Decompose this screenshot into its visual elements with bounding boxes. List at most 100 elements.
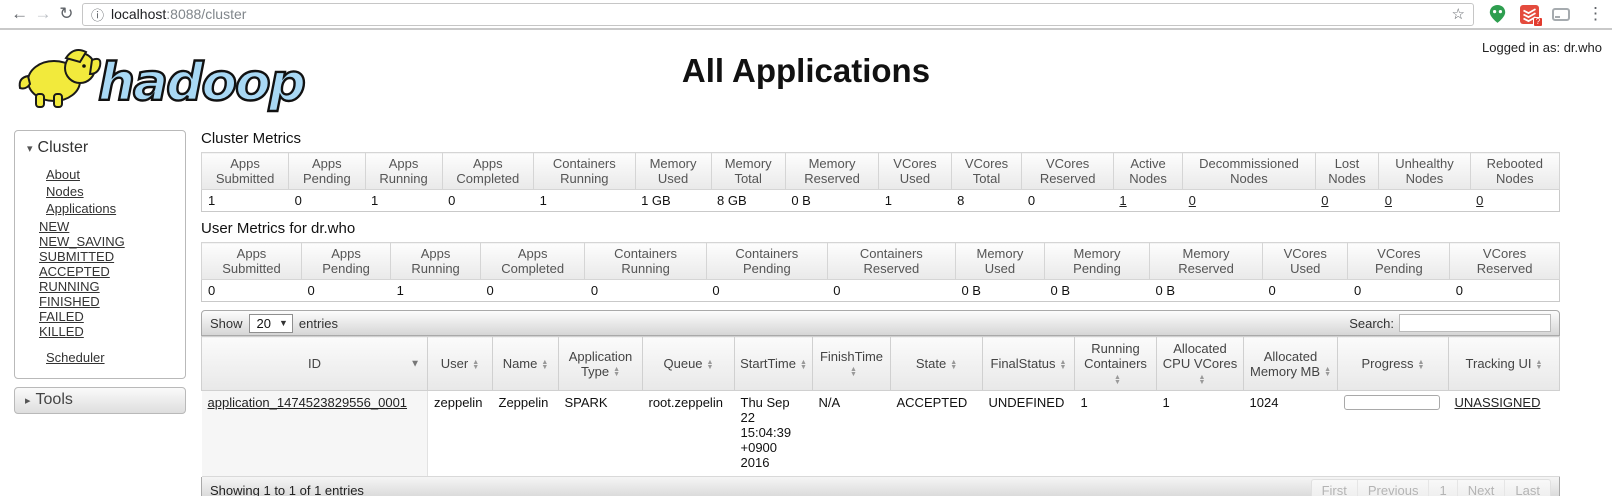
metric-value-cell: 1 [1113,190,1182,212]
chevron-down-icon: ▾ [27,143,33,155]
apps-column-label: Queue [664,356,703,371]
sort-down-glyph: ▼ [1536,365,1543,370]
app-id-link[interactable]: application_1474523829556_0001 [208,395,408,410]
metric-value-link[interactable]: 0 [1385,193,1392,208]
window-extension-icon[interactable] [1552,8,1570,21]
metric-column-header: VCores Pending [1348,243,1450,280]
pagination-previous[interactable]: Previous [1357,480,1429,496]
sidebar-list-item: NEW [39,219,185,234]
page-size-select[interactable]: 20 ▼ [249,314,293,333]
metric-value-cell: 0 [202,280,302,302]
metric-value-cell: 0 [1263,280,1348,302]
sidebar-item-state-submitted[interactable]: SUBMITTED [39,249,114,264]
select-caret-icon: ▼ [279,318,288,328]
pagination-next[interactable]: Next [1457,480,1505,496]
metric-column-header: Apps Pending [289,153,365,190]
page-size-value: 20 [257,316,271,331]
show-label: Show [210,316,243,331]
cell-tracking-ui: UNASSIGNED [1449,391,1560,477]
apps-column-header-allocated-memory-mb[interactable]: Allocated Memory MB ▲▼ [1244,337,1338,391]
apps-column-header-application-type[interactable]: Application Type▲▼ [559,337,643,391]
apps-column-header-starttime[interactable]: StartTime ▲▼ [735,337,813,391]
apps-column-label: Application Type [569,349,633,379]
metric-value-cell: 0 [585,280,707,302]
metric-value-link[interactable]: 0 [1189,193,1196,208]
browser-menu-icon[interactable]: ⋮ [1587,4,1604,24]
sidebar-item-state-killed[interactable]: KILLED [39,324,84,339]
metric-value-cell: 0 [706,280,827,302]
sidebar-item-scheduler[interactable]: Scheduler [46,350,105,365]
apps-column-label: Tracking UI [1466,356,1532,371]
apps-column-label: StartTime [740,356,796,371]
green-pin-extension-icon[interactable] [1488,4,1507,24]
page-info-icon[interactable]: ⓘ [91,5,104,24]
metric-column-header: Memory Used [635,153,711,190]
apps-column-header-state[interactable]: State▲▼ [891,337,983,391]
metric-value-cell: 0 [827,280,955,302]
metric-value-cell: 0 [481,280,585,302]
search-input[interactable] [1399,314,1551,332]
sidebar-section-cluster[interactable]: ▾Cluster [15,136,185,162]
apps-column-header-tracking-ui[interactable]: Tracking UI▲▼ [1449,337,1560,391]
sidebar-item-nodes[interactable]: Nodes [46,184,84,199]
metric-value-link[interactable]: 0 [1321,193,1328,208]
sidebar-item-state-new_saving[interactable]: NEW_SAVING [39,234,125,249]
apps-column-label: Allocated Memory MB [1250,349,1320,379]
apps-column-header-name[interactable]: Name▲▼ [493,337,559,391]
sidebar-item-state-running[interactable]: RUNNING [39,279,100,294]
forward-icon[interactable]: → [31,4,54,24]
tracking-ui-link[interactable]: UNASSIGNED [1455,395,1541,410]
apps-column-header-running-containers[interactable]: Running Containers▲▼ [1075,337,1157,391]
metric-value-link[interactable]: 1 [1119,193,1126,208]
sidebar-item-state-failed[interactable]: FAILED [39,309,84,324]
cell-allocated-memory-mb: 1024 [1244,391,1338,477]
sort-icon: ▲▼ [1114,375,1121,385]
apps-column-header-user[interactable]: User▲▼ [428,337,493,391]
metric-value-link[interactable]: 0 [1476,193,1483,208]
sort-down-glyph: ▼ [707,365,714,370]
user-metrics-title: User Metrics for dr.who [201,220,1560,237]
sidebar-list-item: NEW_SAVING [39,234,185,249]
refresh-icon[interactable]: ↻ [55,4,78,24]
sort-down-glyph: ▼ [1418,365,1425,370]
metric-value-cell: 1 [879,190,951,212]
apps-column-header-allocated-cpu-vcores[interactable]: Allocated CPU VCores▲▼ [1157,337,1244,391]
sort-icon: ▲▼ [541,360,548,370]
sidebar-item-state-new[interactable]: NEW [39,219,69,234]
url-bar[interactable]: ⓘ localhost :8088/cluster ☆ [82,3,1474,26]
apps-column-label: FinishTime [820,349,883,364]
pagination-1[interactable]: 1 [1428,480,1456,496]
sidebar-list-item: About [46,166,185,183]
sidebar-cluster-links: About Nodes Applications [15,166,185,217]
sidebar-item-state-finished[interactable]: FINISHED [39,294,100,309]
metric-value-cell: 1 [391,280,481,302]
metric-column-header: VCores Total [951,153,1022,190]
sidebar-list-item: ACCEPTED [39,264,185,279]
datatable-footer: Showing 1 to 1 of 1 entries FirstPreviou… [201,477,1560,496]
sidebar-item-about[interactable]: About [46,167,80,182]
sort-icon: ▲▼ [1324,367,1331,377]
apps-column-header-finalstatus[interactable]: FinalStatus▲▼ [983,337,1075,391]
apps-column-header-queue[interactable]: Queue▲▼ [643,337,735,391]
apps-column-header-id[interactable]: ID▼ [202,337,428,391]
metric-column-header: Apps Running [391,243,481,280]
metric-value-cell: 1 GB [635,190,711,212]
sidebar-item-applications[interactable]: Applications [46,201,116,216]
bookmark-star-icon[interactable]: ☆ [1452,5,1465,23]
apps-column-header-progress[interactable]: Progress▲▼ [1338,337,1449,391]
search-label: Search: [1349,316,1394,331]
sort-icon: ▲▼ [472,360,479,370]
pagination-last[interactable]: Last [1504,480,1550,496]
back-icon[interactable]: ← [8,4,31,24]
apps-column-header-finishtime[interactable]: FinishTime▲▼ [813,337,891,391]
sort-icon: ▲▼ [800,360,807,370]
metric-value-cell: 8 GB [711,190,785,212]
pagination-first[interactable]: First [1312,480,1357,496]
red-list-extension-icon[interactable]: ? [1520,5,1539,24]
sidebar-item-state-accepted[interactable]: ACCEPTED [39,264,110,279]
cell-progress-percent [1338,391,1449,477]
sidebar-list-item: KILLED [39,324,185,339]
metric-value-cell: 0 B [1045,280,1150,302]
metric-column-header: Memory Reserved [785,153,878,190]
sidebar-section-tools[interactable]: ▸Tools [14,387,186,414]
